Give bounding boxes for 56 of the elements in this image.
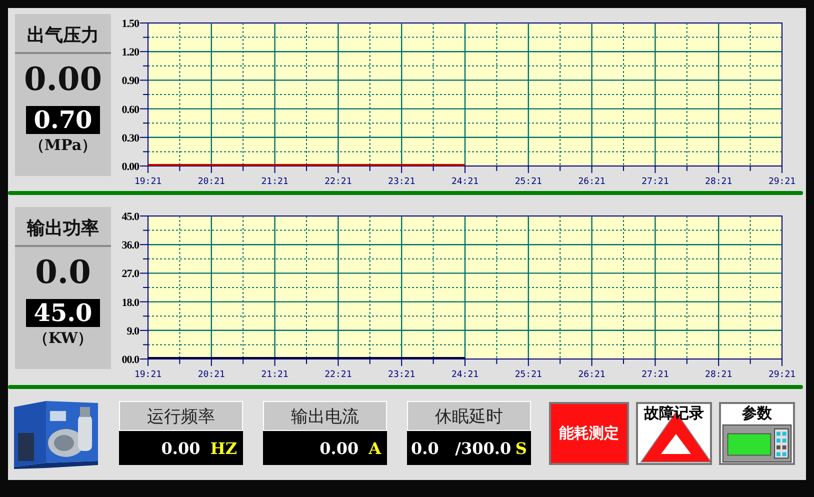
setpoint-value: 45.0 (26, 299, 100, 327)
x-tick-label: 29:21 (768, 177, 795, 186)
unit-label: （MPa） (29, 136, 97, 155)
fault-log-button[interactable]: 故障记录 (636, 402, 712, 464)
readout-label: 运行频率 (119, 401, 243, 431)
y-tick-label: 1.50 (122, 18, 139, 30)
readout-label: 输出电流 (263, 401, 387, 431)
x-tick-label: 24:21 (451, 177, 479, 186)
y-tick-label: 0.60 (122, 104, 139, 116)
setpoint-value: 0.70 (26, 106, 100, 134)
readout-limit: /300.0 (455, 438, 512, 458)
y-tick-label: 18.0 (122, 296, 139, 309)
readout-unit: S (515, 438, 527, 458)
x-tick-label: 26:21 (578, 370, 606, 379)
current-value: 0.0 (35, 253, 91, 291)
y-tick-label: 0.30 (122, 132, 139, 144)
readout-unit: A (368, 438, 381, 458)
trend-title: 出气压力 (15, 14, 111, 54)
y-tick-label: 27.0 (122, 268, 139, 280)
x-tick-label: 25:21 (514, 370, 542, 379)
x-tick-label: 28:21 (705, 370, 732, 379)
x-tick-label: 25:21 (514, 177, 542, 186)
x-tick-label: 21:21 (261, 177, 288, 186)
energy-test-button[interactable]: 能耗测定 (549, 402, 629, 464)
x-tick-label: 23:21 (388, 370, 416, 379)
x-tick-label: 20:21 (198, 177, 225, 186)
control-panel-icon (721, 424, 793, 462)
trend-title: 输出功率 (15, 207, 111, 247)
parameters-button[interactable]: 参数 (719, 402, 795, 464)
x-tick-label: 29:21 (768, 370, 795, 379)
x-tick-label: 24:21 (451, 370, 479, 379)
y-tick-label: 0.00 (122, 161, 139, 173)
y-tick-label: 36.0 (122, 240, 139, 252)
x-tick-label: 20:21 (198, 370, 225, 379)
current-value: 0.00 (24, 60, 102, 98)
x-tick-label: 19:21 (134, 370, 162, 379)
x-tick-label: 26:21 (578, 177, 606, 186)
readout-label: 休眠延时 (407, 401, 531, 431)
y-tick-label: 1.20 (122, 46, 139, 59)
x-tick-label: 28:21 (705, 177, 732, 186)
y-tick-label: 45.0 (122, 211, 139, 223)
x-tick-label: 22:21 (324, 177, 352, 186)
x-tick-label: 27:21 (642, 177, 669, 186)
y-tick-label: 0.90 (122, 75, 139, 88)
x-tick-label: 22:21 (324, 370, 352, 379)
readout-value: 0.00 (161, 438, 200, 458)
x-tick-label: 27:21 (642, 370, 669, 379)
x-tick-label: 21:21 (261, 370, 288, 379)
readout-value: 0.0 (411, 438, 439, 458)
x-tick-label: 19:21 (134, 177, 162, 186)
y-tick-label: 9.0 (126, 325, 139, 338)
unit-label: （KW） (33, 329, 93, 348)
readout-value: 0.00 (320, 438, 359, 458)
x-tick-label: 23:21 (388, 177, 416, 186)
y-tick-label: 00.0 (122, 354, 139, 366)
readout-unit: HZ (210, 438, 237, 458)
